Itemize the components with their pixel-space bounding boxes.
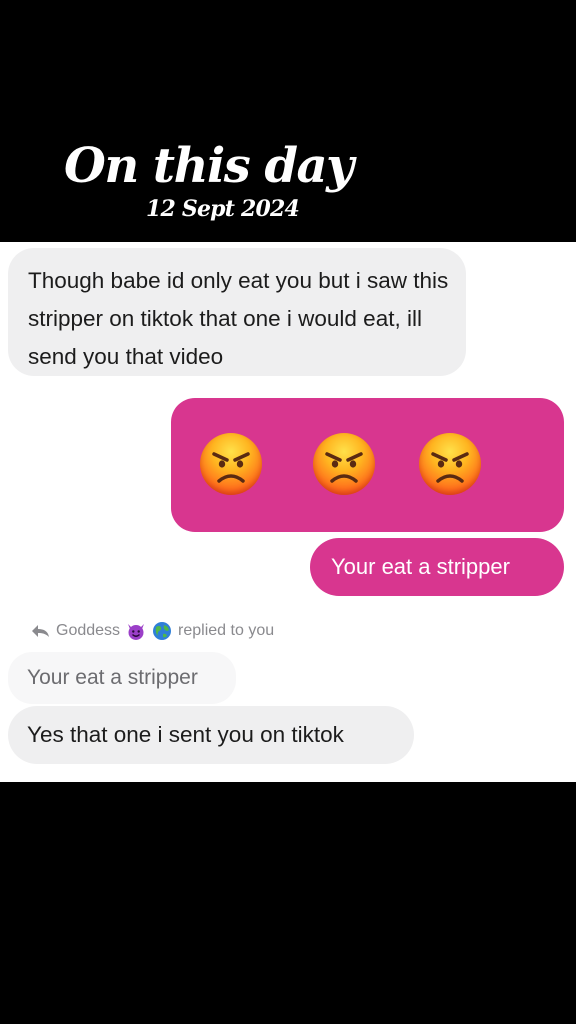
outgoing-message-bubble[interactable]: Your eat a stripper	[310, 538, 564, 596]
incoming-message-bubble[interactable]: Though babe id only eat you but i saw th…	[8, 248, 466, 376]
globe-icon	[152, 621, 172, 641]
story-frame: On this day 12 Sept 2024 Though babe id …	[0, 0, 576, 1024]
incoming-reply-bubble[interactable]: Yes that one i sent you on tiktok	[8, 706, 414, 764]
on-this-day-title: On this day	[64, 138, 354, 194]
reply-indicator: Goddess replied to you	[30, 620, 274, 642]
reply-status-text: replied to you	[178, 622, 275, 639]
outgoing-emoji-message-bubble[interactable]	[171, 398, 564, 532]
story-footer	[0, 782, 576, 1024]
angry-face-icon	[200, 433, 262, 495]
story-header: On this day 12 Sept 2024	[0, 0, 576, 242]
chat-screenshot: Though babe id only eat you but i saw th…	[0, 242, 576, 782]
quoted-message-bubble[interactable]: Your eat a stripper	[8, 652, 236, 704]
reply-sender-name: Goddess	[56, 622, 121, 639]
angry-face-icon	[419, 433, 481, 495]
smiling-devil-icon	[126, 621, 146, 641]
angry-face-icon	[313, 433, 375, 495]
memory-date: 12 Sept 2024	[146, 196, 300, 222]
reply-arrow-icon	[32, 625, 49, 637]
